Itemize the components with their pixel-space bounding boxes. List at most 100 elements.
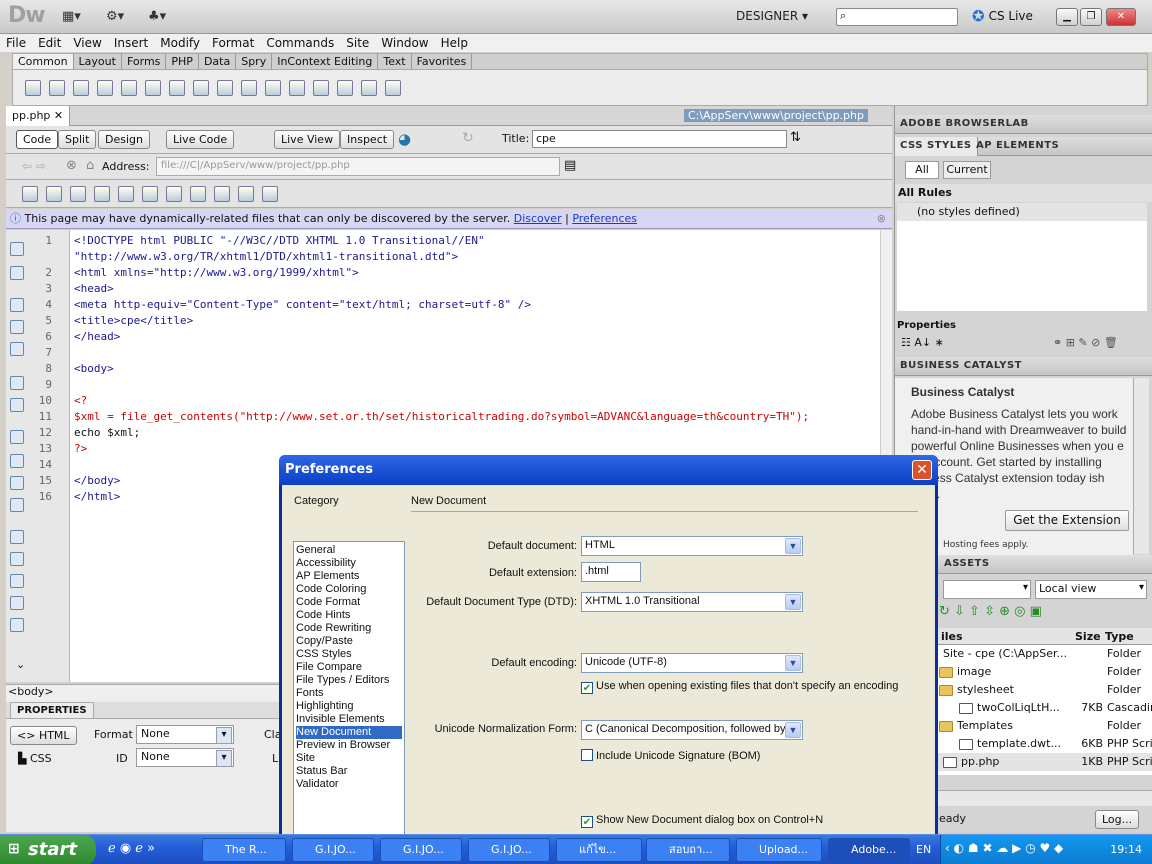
show-category-view-icon[interactable]: ☷ A↓ ∗: [901, 336, 944, 349]
menu-edit[interactable]: Edit: [32, 34, 67, 52]
code-line[interactable]: </body>: [74, 474, 120, 487]
comment-icon[interactable]: [289, 79, 305, 96]
code-line[interactable]: $xml = file_get_contents("http://www.set…: [74, 410, 809, 423]
highlight-invalid-code-icon[interactable]: [10, 454, 24, 468]
default-encoding-select[interactable]: Unicode (UTF-8) ▼: [581, 653, 803, 673]
copy-icon[interactable]: [190, 185, 206, 202]
design-view-button[interactable]: Design: [98, 130, 150, 149]
tab-css-styles[interactable]: CSS STYLES: [895, 137, 978, 156]
calendar-icon[interactable]: [241, 79, 257, 96]
category-item[interactable]: CSS Styles: [296, 648, 402, 661]
tag-chooser-icon[interactable]: [385, 79, 401, 96]
attach-stylesheet-icon[interactable]: ⚭ ⊞ ✎ ⊘ 🗑: [1053, 336, 1118, 349]
live-code-button[interactable]: Live Code: [166, 130, 235, 149]
remove-comment-icon[interactable]: [10, 552, 24, 566]
tab-favorites[interactable]: Favorites: [412, 54, 473, 69]
code-line[interactable]: ?>: [74, 442, 87, 455]
date-icon[interactable]: [217, 79, 233, 96]
browse-bridge-icon[interactable]: [70, 185, 86, 202]
preferences-link[interactable]: Preferences: [572, 212, 637, 225]
close-infobar-icon[interactable]: ⊗: [877, 209, 886, 228]
code-line[interactable]: <?: [74, 394, 87, 407]
menu-format[interactable]: Format: [206, 34, 260, 52]
category-item[interactable]: Code Hints: [296, 609, 402, 622]
apply-comment-icon[interactable]: [10, 530, 24, 544]
current-mode-button[interactable]: Current: [943, 161, 991, 179]
tray-icons[interactable]: ‹ ◐ ☗ ✖ ☁ ▶ ◷ ♥ ◆: [945, 841, 1063, 855]
recent-snippets-icon[interactable]: [10, 596, 24, 610]
help-search-input[interactable]: ⌕: [836, 8, 958, 26]
dialog-close-button[interactable]: ✕: [912, 460, 932, 480]
home-icon[interactable]: ⌂: [86, 158, 94, 173]
css-properties-button[interactable]: ▙ CSS: [18, 752, 52, 765]
collapse-selection-icon[interactable]: [10, 320, 24, 334]
category-item[interactable]: Accessibility: [296, 557, 402, 570]
taskbar-item[interactable]: G.I.JO...: [468, 838, 550, 862]
default-document-select[interactable]: HTML ▼: [581, 536, 803, 556]
tab-php[interactable]: PHP: [166, 54, 199, 69]
category-item[interactable]: Preview in Browser: [296, 739, 402, 752]
default-extension-input[interactable]: .html: [581, 562, 641, 582]
close-window-button[interactable]: ✕: [1106, 8, 1136, 26]
split-view-button[interactable]: Split: [58, 130, 97, 149]
title-input[interactable]: cpe: [532, 130, 787, 148]
tab-layout[interactable]: Layout: [74, 54, 122, 69]
templates-icon[interactable]: [361, 79, 377, 96]
syntax-error-icon[interactable]: [10, 476, 24, 490]
redo-icon[interactable]: [262, 185, 278, 202]
code-view-button[interactable]: Code: [16, 130, 59, 149]
gear-icon[interactable]: ⚙▾: [106, 9, 124, 24]
taskbar-item[interactable]: Upload...: [736, 838, 822, 862]
back-icon[interactable]: ⇦ ⇨: [22, 159, 46, 173]
category-item[interactable]: Fonts: [296, 687, 402, 700]
close-tab-icon[interactable]: ✕: [54, 109, 63, 122]
expand-all-icon[interactable]: [10, 342, 24, 356]
category-item[interactable]: Code Format: [296, 596, 402, 609]
properties-tab[interactable]: PROPERTIES: [10, 702, 94, 719]
script-icon[interactable]: [337, 79, 353, 96]
category-item[interactable]: General: [296, 544, 402, 557]
taskbar-item[interactable]: G.I.JO...: [380, 838, 462, 862]
category-item[interactable]: File Types / Editors: [296, 674, 402, 687]
head-icon[interactable]: [313, 79, 329, 96]
code-line[interactable]: echo $xml;: [74, 426, 140, 439]
show-code-navigator-icon[interactable]: [10, 266, 24, 280]
code-line[interactable]: "http://www.w3.org/TR/xhtml1/DTD/xhtml1-…: [74, 250, 458, 263]
horizontal-rule-icon[interactable]: [97, 79, 113, 96]
site-select[interactable]: ▾: [943, 580, 1031, 599]
discover-link[interactable]: Discover: [514, 212, 562, 225]
menu-view[interactable]: View: [67, 34, 107, 52]
menu-commands[interactable]: Commands: [260, 34, 340, 52]
view-select[interactable]: Local view ▾: [1035, 580, 1147, 599]
workspace-switcher[interactable]: DESIGNER ▾: [736, 9, 808, 23]
tab-data[interactable]: Data: [199, 54, 237, 69]
cs-live-button[interactable]: ✪ CS Live: [972, 7, 1033, 25]
layout-icon[interactable]: ▦▾: [62, 9, 81, 24]
tab-forms[interactable]: Forms: [122, 54, 167, 69]
get-extension-button[interactable]: Get the Extension: [1005, 510, 1129, 531]
menu-help[interactable]: Help: [435, 34, 474, 52]
col-size[interactable]: Size: [1075, 630, 1101, 643]
hyperlink-icon[interactable]: [25, 79, 41, 96]
rules-list[interactable]: (no styles defined): [897, 203, 1147, 311]
bom-checkbox[interactable]: Include Unicode Signature (BOM): [581, 749, 760, 762]
refresh-files-icon[interactable]: ↻ ⇩ ⇧ ⇳ ⊕ ◎ ▣: [939, 604, 1042, 619]
format-select[interactable]: None: [136, 725, 234, 744]
address-input[interactable]: file:///C|/AppServ/www/project/pp.php: [156, 157, 560, 176]
cut-icon[interactable]: [166, 185, 182, 202]
log-button[interactable]: Log...: [1095, 810, 1140, 829]
image-icon[interactable]: [169, 79, 185, 96]
new-document-icon[interactable]: [22, 185, 38, 202]
word-wrap-icon[interactable]: [10, 498, 24, 512]
code-line[interactable]: <body>: [74, 362, 114, 375]
minimize-button[interactable]: ▁: [1056, 8, 1078, 26]
col-type[interactable]: Type: [1105, 630, 1134, 643]
tab-incontext-editing[interactable]: InContext Editing: [272, 54, 379, 69]
menu-file[interactable]: File: [0, 34, 32, 52]
tab-spry[interactable]: Spry: [236, 54, 273, 69]
print-icon[interactable]: [142, 185, 158, 202]
id-select[interactable]: None: [136, 748, 234, 767]
tab-ap-elements[interactable]: AP ELEMENTS: [971, 137, 1064, 156]
open-documents-icon[interactable]: [10, 242, 24, 256]
html-properties-button[interactable]: <> HTML: [10, 726, 77, 745]
